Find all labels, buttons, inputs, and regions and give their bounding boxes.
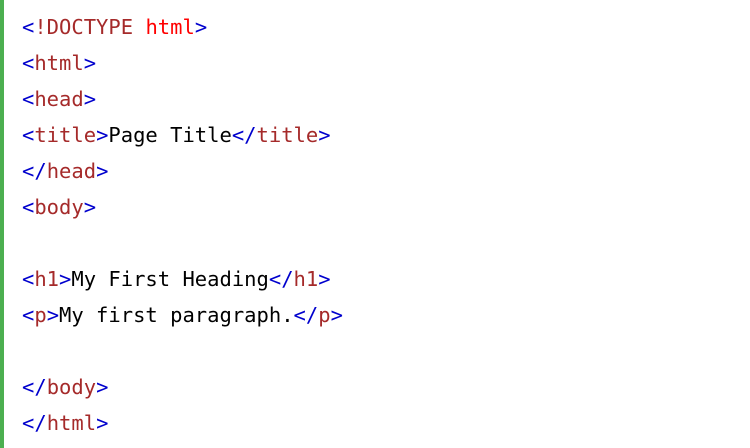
bracket-token: > — [83, 51, 97, 75]
code-line: <body> — [22, 189, 750, 225]
bracket-token: > — [96, 159, 109, 183]
bracket-token: > — [318, 123, 331, 147]
tag-name-token: p — [34, 303, 47, 327]
tag-name-token: h1 — [293, 267, 319, 291]
code-line: <!DOCTYPE html> — [22, 9, 750, 45]
bracket-token: < — [22, 303, 35, 327]
blank-code-line — [22, 333, 750, 369]
code-line: <h1>My First Heading</h1> — [22, 261, 750, 297]
text-content-token: My First Heading — [71, 267, 269, 291]
code-example-panel: <!DOCTYPE html> <html> <head> <title>Page T… — [0, 0, 750, 448]
tag-name-token: !DOCTYPE — [34, 15, 134, 39]
bracket-token: < — [22, 51, 35, 75]
bracket-token: </ — [268, 267, 294, 291]
code-line: </head> — [22, 153, 750, 189]
tag-name-token: h1 — [34, 267, 60, 291]
text-content-token: My first paragraph. — [59, 303, 294, 327]
bracket-token: > — [96, 375, 109, 399]
tag-name-token: p — [318, 303, 331, 327]
text-content-token: Page Title — [108, 123, 232, 147]
bracket-token: > — [83, 195, 97, 219]
code-line: <title>Page Title</title> — [22, 117, 750, 153]
bracket-token: > — [59, 267, 72, 291]
bracket-token: < — [22, 195, 35, 219]
bracket-token: < — [22, 267, 35, 291]
code-block: <!DOCTYPE html> <html> <head> <title>Page T… — [22, 9, 750, 441]
tag-name-token: html — [34, 51, 84, 75]
code-line: <head> — [22, 81, 750, 117]
bracket-token: > — [46, 303, 60, 327]
tag-name-token: body — [34, 195, 84, 219]
code-line: <p>My first paragraph.</p> — [22, 297, 750, 333]
bracket-token: < — [22, 123, 35, 147]
bracket-token: < — [22, 87, 35, 111]
code-line: <html> — [22, 45, 750, 81]
tag-name-token: body — [46, 375, 97, 399]
bracket-token: > — [318, 267, 331, 291]
tag-name-token: title — [256, 123, 319, 147]
text-content-token — [133, 15, 145, 39]
bracket-token: </ — [293, 303, 319, 327]
code-line: </html> — [22, 405, 750, 441]
bracket-token: > — [194, 15, 208, 39]
tag-name-token: html — [46, 411, 97, 435]
bracket-token: < — [22, 15, 35, 39]
tag-name-token: title — [34, 123, 97, 147]
bracket-token: </ — [22, 159, 47, 183]
bracket-token: > — [96, 123, 109, 147]
bracket-token: > — [96, 411, 109, 435]
bracket-token: > — [83, 87, 97, 111]
tag-name-token: head — [46, 159, 97, 183]
bracket-token: </ — [22, 411, 47, 435]
blank-code-line — [22, 225, 750, 261]
bracket-token: > — [330, 303, 343, 327]
bracket-token: </ — [231, 123, 257, 147]
doctype-name-token: html — [145, 15, 195, 39]
code-line: </body> — [22, 369, 750, 405]
bracket-token: </ — [22, 375, 47, 399]
tag-name-token: head — [34, 87, 84, 111]
